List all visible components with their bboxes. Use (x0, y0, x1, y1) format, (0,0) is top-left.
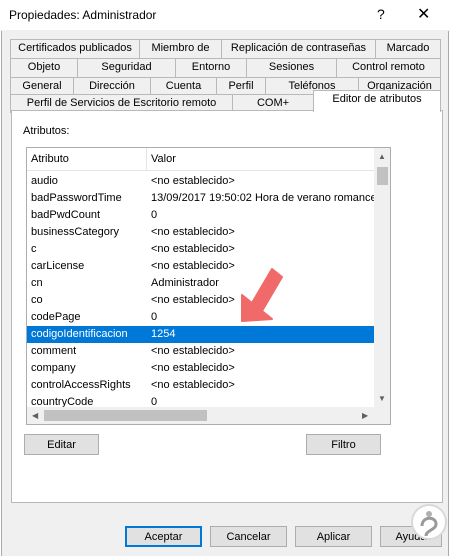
tab-replicacion-contrasenas[interactable]: Replicación de contraseñas (221, 39, 376, 58)
attribute-name: carLicense (31, 260, 85, 272)
filter-button[interactable]: Filtro (306, 434, 381, 455)
attribute-value: Administrador (151, 277, 219, 289)
attribute-name: audio (31, 175, 58, 187)
table-row[interactable]: c <no establecido> (27, 241, 375, 258)
tab-marcado[interactable]: Marcado (375, 39, 441, 58)
attribute-name: badPasswordTime (31, 192, 122, 204)
attribute-name: businessCategory (31, 226, 120, 238)
title-bar: Propiedades: Administrador ? ✕ (0, 0, 450, 31)
attribute-name: badPwdCount (31, 209, 101, 221)
column-header-value[interactable]: Valor (151, 153, 176, 165)
close-icon[interactable]: ✕ (417, 4, 430, 24)
attribute-name: c (31, 243, 37, 255)
column-header-attribute[interactable]: Atributo (31, 153, 69, 165)
attribute-value: <no establecido> (151, 379, 235, 391)
table-row[interactable]: badPwdCount 0 (27, 207, 375, 224)
apply-button[interactable]: Aplicar (295, 526, 372, 547)
cancel-button[interactable]: Cancelar (210, 526, 287, 547)
attribute-name: controlAccessRights (31, 379, 131, 391)
tab-editor-de-atributos[interactable]: Editor de atributos (313, 90, 441, 112)
attributes-list[interactable]: Atributo Valor audio <no establecido> badP… (26, 147, 391, 425)
tab-control-remoto[interactable]: Control remoto (336, 58, 441, 77)
attribute-value: <no establecido> (151, 362, 235, 374)
ok-button[interactable]: Aceptar (125, 526, 202, 547)
scroll-corner (374, 407, 390, 424)
attribute-editor-panel: Atributos: Atributo Valor audio <no estab… (11, 110, 443, 503)
tab-entorno[interactable]: Entorno (175, 58, 247, 77)
attribute-rows: audio <no establecido> badPasswordTime 13/0… (27, 173, 377, 411)
scroll-right-arrow-icon[interactable]: ▶ (362, 411, 368, 420)
attributes-label: Atributos: (23, 125, 70, 137)
vertical-scrollbar[interactable]: ▲ ▼ (374, 148, 390, 407)
list-header: Atributo Valor (27, 148, 375, 171)
horizontal-scroll-thumb[interactable] (44, 410, 207, 421)
table-row[interactable]: codePage 0 (27, 309, 375, 326)
tab-miembro-de[interactable]: Miembro de (139, 39, 222, 58)
attribute-value: <no establecido> (151, 226, 235, 238)
attribute-value: 13/09/2017 19:50:02 Hora de verano roman… (151, 192, 377, 204)
attribute-value: 0 (151, 209, 158, 221)
table-row[interactable]: cn Administrador (27, 275, 375, 292)
attribute-name: comment (31, 345, 77, 357)
tab-sesiones[interactable]: Sesiones (246, 58, 337, 77)
window-title: Propiedades: Administrador (9, 8, 157, 22)
red-pointer-arrow-icon (241, 268, 283, 322)
table-row[interactable]: comment <no establecido> (27, 343, 375, 360)
attribute-value: <no establecido> (151, 345, 235, 357)
attribute-name: cn (31, 277, 43, 289)
table-row[interactable]: businessCategory <no establecido> (27, 224, 375, 241)
table-row[interactable]: controlAccessRights <no establecido> (27, 377, 375, 394)
attribute-name: company (31, 362, 76, 374)
horizontal-scrollbar[interactable]: ◀ ▶ (27, 407, 374, 424)
table-row[interactable]: carLicense <no establecido> (27, 258, 375, 275)
attribute-name: codigoIdentificacion (31, 328, 128, 340)
attribute-name: codePage (31, 311, 81, 323)
attribute-name: co (31, 294, 43, 306)
attribute-value: 0 (151, 311, 158, 323)
column-divider[interactable] (146, 148, 147, 171)
scroll-left-arrow-icon[interactable]: ◀ (32, 411, 38, 420)
table-row[interactable]: co <no establecido> (27, 292, 375, 309)
help-icon[interactable]: ? (377, 6, 385, 22)
table-row[interactable]: company <no establecido> (27, 360, 375, 377)
attribute-value: <no establecido> (151, 175, 235, 187)
table-row[interactable]: codigoIdentificacion 1254 (27, 326, 375, 343)
tab-certificados-publicados[interactable]: Certificados publicados (10, 39, 140, 58)
tab-seguridad[interactable]: Seguridad (77, 58, 176, 77)
vertical-scroll-thumb[interactable] (377, 167, 388, 185)
attribute-value: <no establecido> (151, 243, 235, 255)
attribute-value: 1254 (151, 328, 176, 340)
table-row[interactable]: badPasswordTime 13/09/2017 19:50:02 Hora … (27, 190, 377, 207)
attribute-value: <no establecido> (151, 294, 235, 306)
edit-button[interactable]: Editar (24, 434, 99, 455)
table-row[interactable]: audio <no establecido> (27, 173, 375, 190)
scroll-up-arrow-icon[interactable]: ▲ (378, 152, 386, 161)
solvetic-watermark-icon (411, 504, 447, 540)
tab-objeto[interactable]: Objeto (10, 58, 78, 77)
attribute-value: <no establecido> (151, 260, 235, 272)
properties-dialog: Certificados publicados Miembro de Repli… (1, 31, 449, 556)
scroll-down-arrow-icon[interactable]: ▼ (378, 394, 386, 403)
